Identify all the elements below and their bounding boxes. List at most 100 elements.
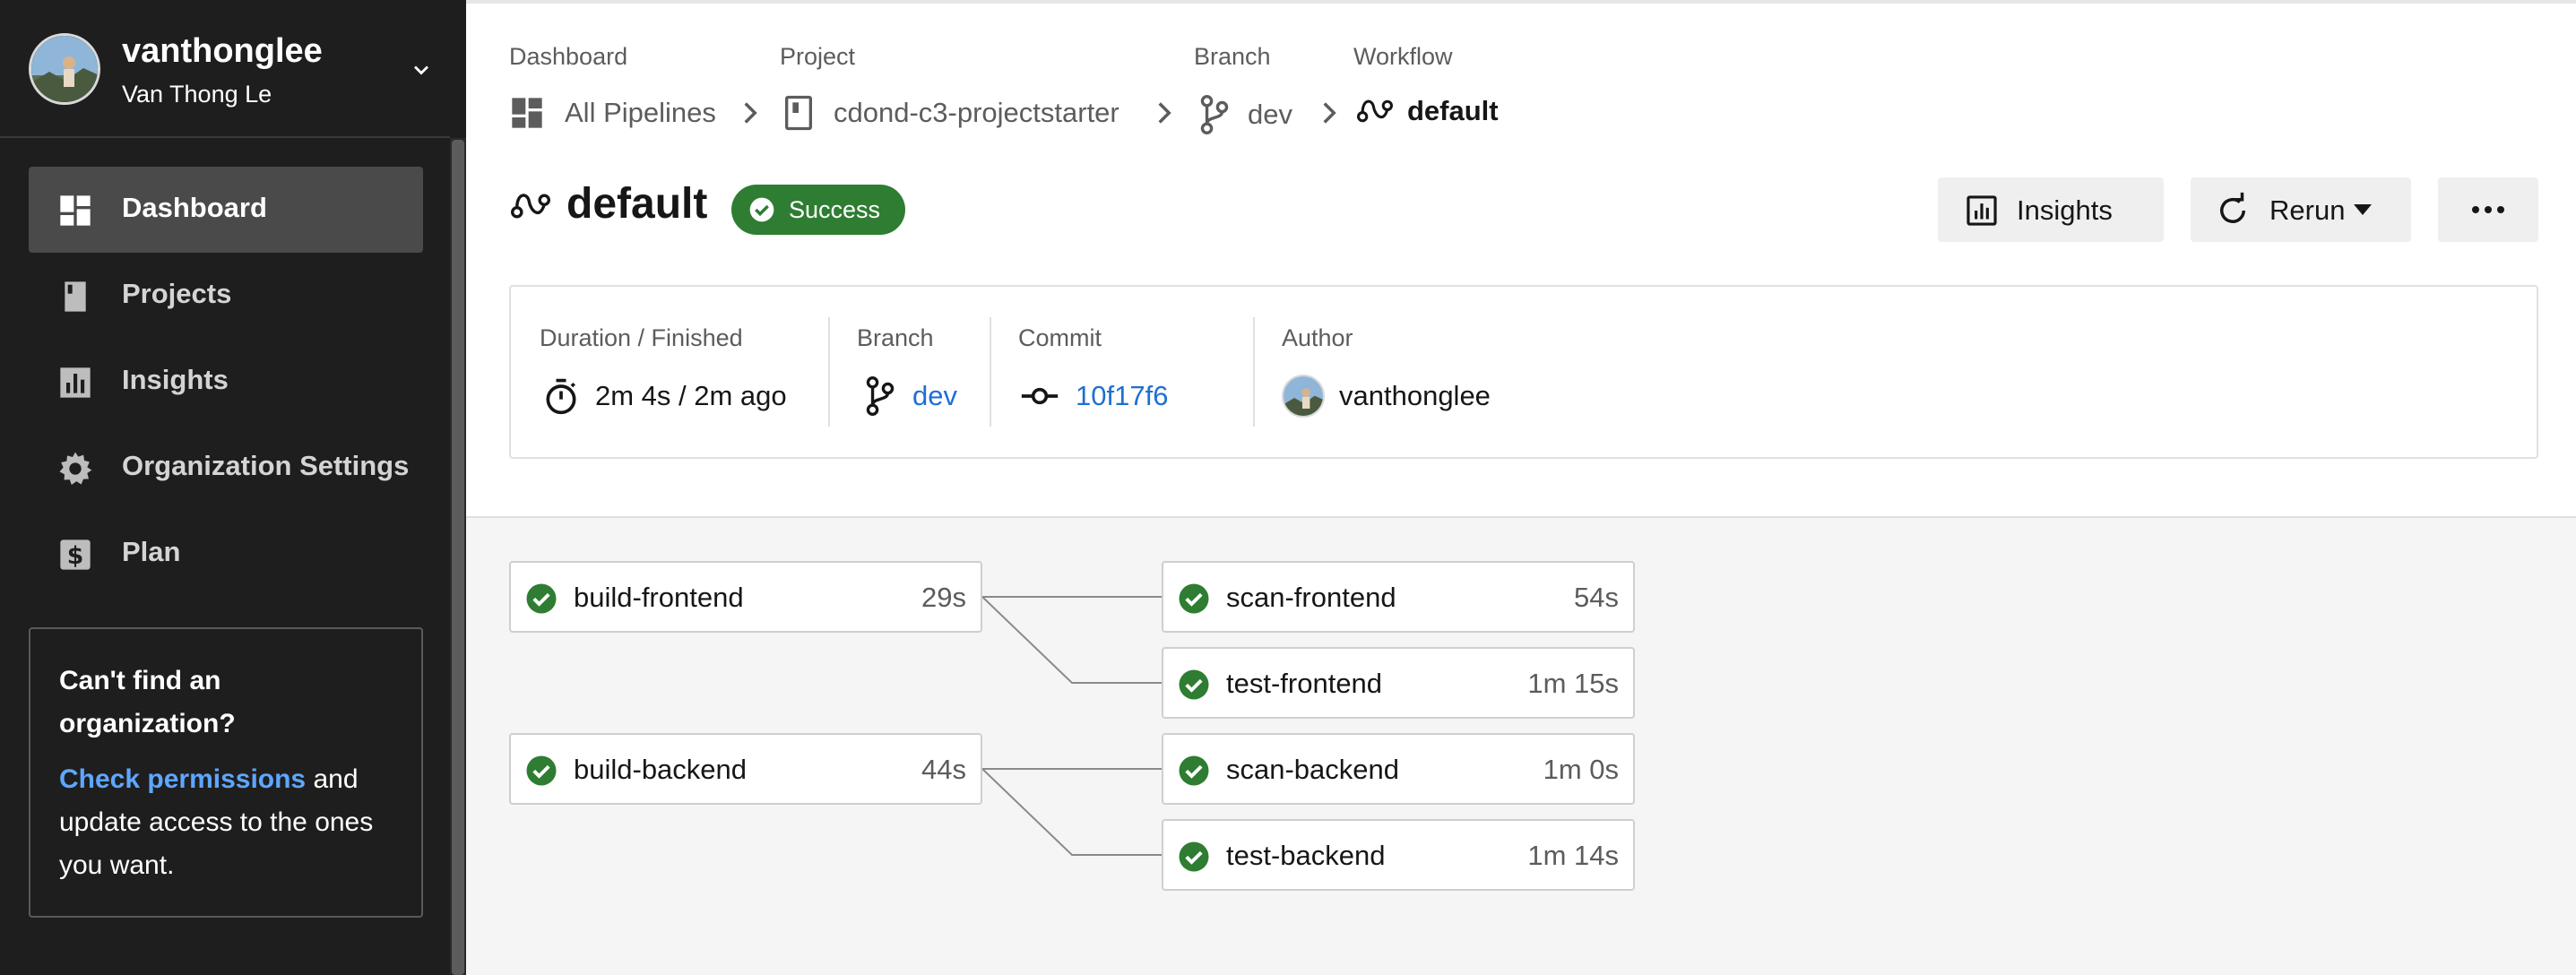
check-circle-icon [1179,755,1209,786]
duration-label: Duration / Finished [540,324,743,351]
branch-label: Branch [857,324,934,351]
sidebar-item-label: Projects [122,278,232,309]
job-duration: 1m 15s [1527,668,1619,699]
job-duration: 29s [921,582,966,613]
sidebar-item-label: Insights [122,364,229,395]
check-circle-icon [526,755,557,786]
workflow-header: Dashboard All Pipelines Project cdond-c3… [466,0,2576,518]
check-permissions-link[interactable]: Check permissions [59,764,306,794]
job-test-backend[interactable]: test-backend 1m 14s [1162,819,1635,891]
sidebar-scrollbar-thumb[interactable] [452,140,464,975]
branch-link[interactable]: dev [912,380,957,412]
job-scan-frontend[interactable]: scan-frontend 54s [1162,561,1635,633]
breadcrumb-dashboard-label: Dashboard [509,43,628,70]
dashboard-icon [512,98,542,128]
status-label: Success [789,196,881,223]
job-test-frontend[interactable]: test-frontend 1m 15s [1162,647,1635,719]
sidebar-nav: Dashboard Projects Insights Organization… [29,167,423,597]
job-name: test-backend [1226,840,1386,871]
user-full-name: Van Thong Le [122,81,272,108]
chevron-right-icon [1323,102,1336,124]
job-duration: 1m 14s [1527,840,1619,871]
insights-button[interactable]: Insights [1938,177,2164,242]
check-circle-icon [1179,583,1209,614]
chevron-right-icon [744,102,757,124]
more-options-button[interactable] [2438,177,2538,242]
check-circle-icon [526,583,557,614]
stopwatch-icon [546,378,576,415]
workflow-icon [1357,99,1393,123]
rerun-button[interactable]: Rerun [2191,177,2411,242]
job-duration: 1m 0s [1543,754,1619,785]
breadcrumb-branch-label: Branch [1194,43,1271,70]
dashboard-icon [60,195,91,226]
sidebar-item-plan[interactable]: $ Plan [29,511,423,597]
status-badge: Success [731,185,905,235]
help-card-body: Check permissions and update access to t… [59,758,393,887]
username: vanthonglee [122,32,323,70]
breadcrumb-text: cdond-c3-projectstarter [834,97,1119,128]
projects-icon [65,281,86,312]
job-name: scan-frontend [1226,582,1396,613]
sidebar-item-dashboard[interactable]: Dashboard [29,167,423,253]
plan-dollar-icon: $ [60,539,91,570]
breadcrumb-project-label: Project [780,43,856,70]
branch-icon [1200,95,1229,134]
commit-icon [1021,387,1059,405]
job-name: build-frontend [574,582,744,613]
svg-text:$: $ [67,542,84,570]
avatar [29,33,100,105]
workflow-meta-card: Duration / Finished 2m 4s / 2m ago Branc… [509,285,2538,459]
chevron-right-icon [1158,102,1171,124]
job-name: build-backend [574,754,748,785]
commit-link[interactable]: 10f17f6 [1076,380,1168,412]
breadcrumb-workflow-label: Workflow [1353,43,1453,70]
chevron-down-icon[interactable] [405,57,437,82]
breadcrumb-branch[interactable]: dev [1199,95,1292,134]
project-icon [785,95,812,131]
job-name: test-frontend [1226,668,1383,699]
sidebar-item-label: Organization Settings [122,450,410,481]
sidebar-item-label: Dashboard [122,192,267,223]
author-label: Author [1282,324,1353,351]
check-circle-icon [1179,841,1209,872]
breadcrumb-text: All Pipelines [565,97,716,128]
org-user-switcher[interactable]: vanthonglee Van Thong Le [0,0,450,138]
job-duration: 44s [921,754,966,785]
more-horizontal-icon [2472,206,2504,213]
help-card: Can't find an organization? Check permis… [29,627,423,918]
gear-icon [59,452,92,485]
insights-icon [60,367,91,398]
breadcrumb-project[interactable]: cdond-c3-projectstarter [783,95,1119,131]
check-circle-icon [1179,669,1209,700]
job-duration: 54s [1574,582,1619,613]
breadcrumb-all-pipelines[interactable]: All Pipelines [509,95,716,131]
workflow-icon [511,194,550,219]
main-content: Dashboard All Pipelines Project cdond-c3… [466,0,2576,975]
duration-value: 2m 4s / 2m ago [595,380,787,411]
job-scan-backend[interactable]: scan-backend 1m 0s [1162,733,1635,805]
commit-label: Commit [1018,324,1102,351]
sidebar-item-organization-settings[interactable]: Organization Settings [29,425,423,511]
job-name: scan-backend [1226,754,1400,785]
sidebar-item-projects[interactable]: Projects [29,253,423,339]
sidebar-item-insights[interactable]: Insights [29,339,423,425]
insights-button-label: Insights [2017,194,2113,226]
check-circle-icon [749,197,774,222]
page-title: default [566,180,708,228]
author-name: vanthonglee [1339,380,1491,411]
author-avatar [1282,375,1325,418]
breadcrumb-text: default [1407,95,1499,126]
help-card-title: Can't find an organization? [59,666,236,738]
workflow-graph: build-frontend 29s scan-frontend 54s tes… [466,520,2576,975]
breadcrumb-workflow[interactable]: default [1357,95,1499,127]
branch-icon [866,376,895,416]
insights-icon [1967,195,1997,226]
job-build-frontend[interactable]: build-frontend 29s [509,561,982,633]
sidebar: vanthonglee Van Thong Le Dashboard Proje… [0,0,466,975]
rerun-button-label: Rerun [2269,194,2346,226]
sidebar-item-label: Plan [122,536,181,567]
caret-down-icon [2354,204,2372,215]
breadcrumb-text: dev [1248,99,1292,130]
job-build-backend[interactable]: build-backend 44s [509,733,982,805]
